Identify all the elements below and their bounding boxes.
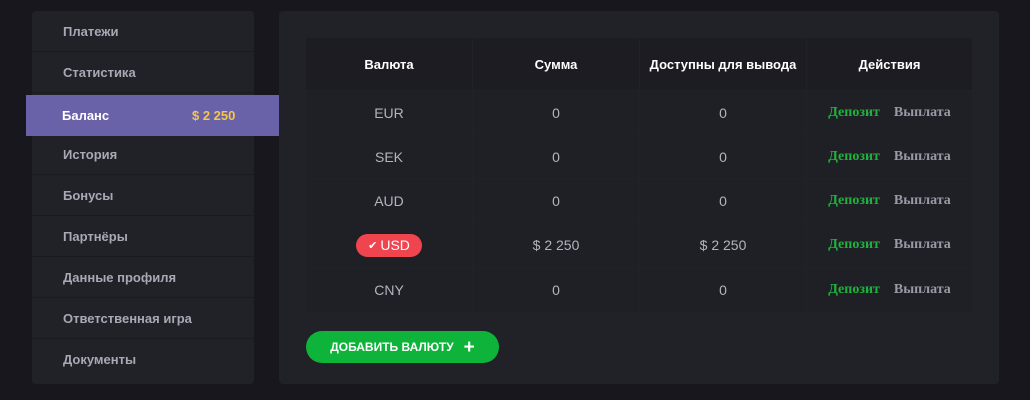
deposit-link[interactable]: Депозит [828, 282, 880, 298]
column-header-actions: Действия [807, 38, 972, 90]
sidebar-item-balance[interactable]: Баланс $ 2 250 [26, 95, 294, 136]
currency-cell: EUR [306, 91, 472, 134]
withdraw-link[interactable]: Выплата [894, 237, 951, 253]
deposit-link[interactable]: Депозит [828, 193, 880, 209]
sidebar-item-statistics[interactable]: Статистика [32, 52, 254, 93]
available-cell: 0 [640, 91, 806, 134]
available-cell: $ 2 250 [640, 223, 806, 267]
sidebar-item-bonuses[interactable]: Бонусы [32, 175, 254, 216]
sum-cell: 0 [473, 268, 639, 312]
balance-amount: $ 2 250 [192, 108, 236, 123]
currency-cell: CNY [306, 268, 472, 312]
actions-cell: Депозит Выплата [807, 135, 972, 178]
deposit-link[interactable]: Депозит [828, 149, 880, 165]
sidebar: Платежи Статистика История Бонусы Партнё… [32, 11, 254, 384]
currency-cell: SEK [306, 135, 472, 178]
withdraw-link[interactable]: Выплата [894, 193, 951, 209]
sidebar-item-partners[interactable]: Партнёры [32, 216, 254, 257]
sum-cell: 0 [473, 135, 639, 178]
sidebar-item-label: Бонусы [63, 187, 114, 203]
currency-label: USD [380, 237, 410, 253]
currency-cell: AUD [306, 179, 472, 222]
sidebar-item-label: Ответственная игра [63, 310, 192, 326]
check-icon: ✔ [368, 239, 378, 252]
available-cell: 0 [640, 179, 806, 222]
add-currency-label: ДОБАВИТЬ ВАЛЮТУ [330, 340, 454, 354]
sidebar-item-history[interactable]: История [32, 134, 254, 175]
sidebar-item-label: Данные профиля [63, 269, 177, 285]
sidebar-item-label: Документы [63, 352, 137, 367]
deposit-link[interactable]: Депозит [828, 105, 880, 121]
sidebar-item-label: Статистика [63, 64, 136, 80]
sum-cell: $ 2 250 [473, 223, 639, 267]
available-cell: 0 [640, 268, 806, 312]
actions-cell: Депозит Выплата [807, 91, 972, 134]
currency-table: Валюта Сумма Доступны для вывода Действи… [306, 38, 972, 312]
deposit-link[interactable]: Депозит [828, 237, 880, 253]
plus-icon: + [463, 336, 475, 358]
withdraw-link[interactable]: Выплата [894, 282, 951, 298]
sidebar-item-label: Баланс [62, 108, 110, 123]
actions-cell: Депозит Выплата [807, 179, 972, 222]
actions-cell: Депозит Выплата [807, 223, 972, 267]
available-cell: 0 [640, 135, 806, 178]
sidebar-item-documents[interactable]: Документы [32, 339, 254, 380]
sidebar-item-payments[interactable]: Платежи [32, 11, 254, 52]
sum-cell: 0 [473, 91, 639, 134]
sidebar-item-label: Партнёры [63, 228, 128, 244]
sidebar-item-label: Платежи [63, 23, 119, 39]
actions-cell: Депозит Выплата [807, 268, 972, 312]
column-header-available: Доступны для вывода [640, 38, 806, 90]
sum-cell: 0 [473, 179, 639, 222]
withdraw-link[interactable]: Выплата [894, 105, 951, 121]
sidebar-item-responsible-gaming[interactable]: Ответственная игра [32, 298, 254, 339]
add-currency-button[interactable]: ДОБАВИТЬ ВАЛЮТУ + [306, 331, 499, 363]
withdraw-link[interactable]: Выплата [894, 149, 951, 165]
currency-cell: ✔ USD [306, 223, 472, 267]
selected-currency-badge[interactable]: ✔ USD [356, 233, 422, 257]
column-header-sum: Сумма [473, 38, 639, 90]
sidebar-item-label: История [63, 146, 118, 162]
sidebar-item-profile-data[interactable]: Данные профиля [32, 257, 254, 298]
column-header-currency: Валюта [306, 38, 472, 90]
